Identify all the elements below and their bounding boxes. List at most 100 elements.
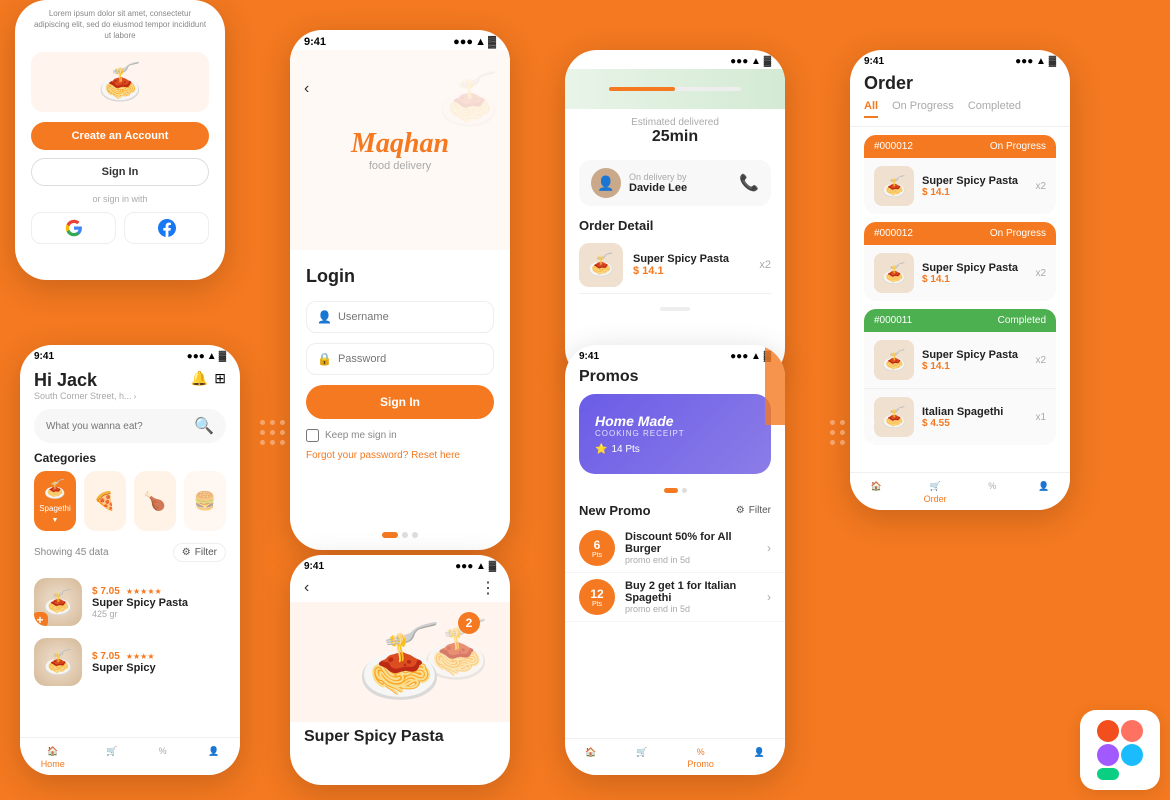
order-card-1: #000012 On Progress 🍝 Super Spicy Pasta … (864, 135, 1056, 214)
order-status-1: On Progress (990, 141, 1046, 152)
nav-profile-orders[interactable]: 👤 (1038, 481, 1049, 504)
greeting-section: Hi Jack South Corner Street, h... › (34, 370, 136, 401)
reset-link[interactable]: Reset here (411, 450, 460, 461)
google-signin-button[interactable] (31, 212, 116, 244)
tab-on-progress[interactable]: On Progress (892, 100, 954, 118)
food-item-2[interactable]: 🍝 $ 7.05 ★★★★ Super Spicy (20, 632, 240, 692)
phone-login: 9:41 ●●● ▲ ▓ ‹ 🍝 Maqhan food delivery Lo… (290, 30, 510, 550)
back-button-pasta[interactable]: ‹ (304, 579, 309, 597)
order-body-3a: 🍝 Super Spicy Pasta $ 14.1 x2 (864, 332, 1056, 388)
promo-item-2[interactable]: 12 Pts Buy 2 get 1 for Italian Spagethi … (565, 573, 785, 622)
pasta-header: ‹ ⋮ (290, 574, 510, 602)
back-button-login[interactable]: ‹ (304, 80, 309, 98)
password-input[interactable] (338, 353, 483, 365)
banner-peek (765, 345, 785, 425)
category-item-pizza[interactable]: 🍕 (84, 471, 126, 531)
chevron-down-icon: › (134, 392, 137, 401)
time-pasta: 9:41 (304, 561, 324, 572)
item-count-badge: 2 (458, 612, 480, 634)
notification-icon[interactable]: 🔔 (191, 370, 208, 387)
category-item-burger[interactable]: 🍔 (184, 471, 226, 531)
nav-profile-promos[interactable]: 👤 (754, 747, 765, 769)
promo-name-2: Buy 2 get 1 for Italian Spagethi (625, 580, 757, 604)
filter-button[interactable]: ⚙ Filter (173, 543, 226, 562)
chicken-icon: 🍗 (144, 491, 166, 512)
delivery-label: On delivery by (629, 172, 687, 182)
order-nav-label: Order (924, 494, 947, 504)
facebook-signin-button[interactable] (124, 212, 209, 244)
tab-all[interactable]: All (864, 100, 878, 118)
more-options-icon[interactable]: ⋮ (480, 578, 496, 598)
category-item-spagethi[interactable]: 🍝 Spagethi ▼ (34, 471, 76, 531)
promo-filter-button[interactable]: ⚙ Filter (736, 505, 771, 516)
keep-signed-label: Keep me sign in (325, 430, 397, 441)
chevron-cat: ▼ (52, 517, 59, 524)
home-icon: 🏠 (47, 746, 58, 757)
home-icon-promos: 🏠 (585, 747, 596, 758)
promo-item-1[interactable]: 6 Pts Discount 50% for All Burger promo … (565, 524, 785, 573)
pizza-icon: 🍕 (94, 491, 116, 512)
tab-completed[interactable]: Completed (968, 100, 1021, 118)
pts-label-1: Pts (592, 552, 602, 559)
keep-signed-row: Keep me sign in (306, 429, 494, 442)
burger-icon: 🍔 (194, 491, 216, 512)
order-food-image: 🍝 (579, 243, 623, 287)
new-promo-header: New Promo ⚙ Filter (565, 499, 785, 524)
order-food-qty-1: x2 (1035, 181, 1046, 192)
cat-label-spagethi: Spagethi (39, 504, 71, 513)
signal-orders: ●●● ▲ ▓ (1015, 56, 1056, 67)
home-header: Hi Jack South Corner Street, h... › 🔔 ⊞ (20, 364, 240, 405)
pasta-name: Super Spicy Pasta (290, 722, 510, 748)
grid-icon[interactable]: ⊞ (214, 370, 226, 387)
nav-home-orders[interactable]: 🏠 (871, 481, 882, 504)
nav-promo-promos[interactable]: % Promo (687, 747, 714, 769)
driver-details: On delivery by Davide Lee (629, 172, 687, 194)
signin-button-outline[interactable]: Sign In (31, 158, 209, 186)
food-info-1: $ 7.05 ★★★★★ Super Spicy Pasta 425 gr (92, 586, 188, 619)
username-input-group: 👤 (306, 301, 494, 333)
order-body-1: 🍝 Super Spicy Pasta $ 14.1 x2 (864, 158, 1056, 214)
order-food-details-3b: Italian Spagethi $ 4.55 (922, 406, 1003, 429)
food-name-1: Super Spicy Pasta (92, 597, 188, 609)
nav-promo[interactable]: % (159, 746, 167, 769)
username-input[interactable] (338, 311, 483, 323)
header-action-icons: 🔔 ⊞ (191, 370, 226, 387)
order-card-2: #000012 On Progress 🍝 Super Spicy Pasta … (864, 222, 1056, 301)
dot-2 (412, 532, 418, 538)
nav-home-promos[interactable]: 🏠 (585, 747, 596, 769)
phone-signin: Lorem ipsum dolor sit amet, consectetur … (15, 0, 225, 280)
add-to-cart-1[interactable]: + (34, 612, 48, 626)
order-food-price: $ 14.1 (633, 265, 729, 277)
nav-home[interactable]: 🏠 Home (41, 746, 65, 769)
order-icon: 🛒 (930, 481, 941, 492)
nav-order-tab[interactable]: 🛒 Order (924, 481, 947, 504)
pts-label-2: Pts (592, 601, 602, 608)
order-header-2: #000012 On Progress (864, 222, 1056, 245)
order-food-qty-3a: x2 (1035, 355, 1046, 366)
spagethi-icon: 🍝 (44, 479, 66, 500)
status-bar-login: 9:41 ●●● ▲ ▓ (290, 30, 510, 50)
search-bar[interactable]: 🔍 (34, 409, 226, 443)
profile-icon: 👤 (208, 746, 219, 757)
create-account-button[interactable]: Create an Account (31, 122, 209, 150)
keep-signed-checkbox[interactable] (306, 429, 319, 442)
nav-promo-orders[interactable]: % (988, 481, 996, 504)
login-button[interactable]: Sign In (306, 385, 494, 419)
food-price-2: $ 7.05 (92, 651, 120, 662)
call-driver-icon[interactable]: 📞 (739, 173, 759, 193)
nav-cart-promos[interactable]: 🛒 (636, 747, 647, 769)
category-item-chicken[interactable]: 🍗 (134, 471, 176, 531)
address-text: South Corner Street, h... › (34, 391, 136, 401)
food-decoration-login: 🍝 (438, 70, 500, 129)
order-food-name-1: Super Spicy Pasta (922, 175, 1018, 187)
order-top-section: Estimated delivered 25min (565, 109, 785, 154)
cart-icon: 🛒 (106, 746, 117, 757)
order-body-3b: 🍝 Italian Spagethi $ 4.55 x1 (864, 388, 1056, 445)
orders-title: Order (850, 69, 1070, 100)
filter-icon: ⚙ (182, 547, 191, 558)
nav-profile[interactable]: 👤 (208, 746, 219, 769)
search-input[interactable] (46, 421, 188, 432)
greeting-text: Hi Jack (34, 370, 136, 391)
nav-cart[interactable]: 🛒 (106, 746, 117, 769)
food-item-1[interactable]: 🍝 + $ 7.05 ★★★★★ Super Spicy Pasta 425 g… (20, 572, 240, 632)
